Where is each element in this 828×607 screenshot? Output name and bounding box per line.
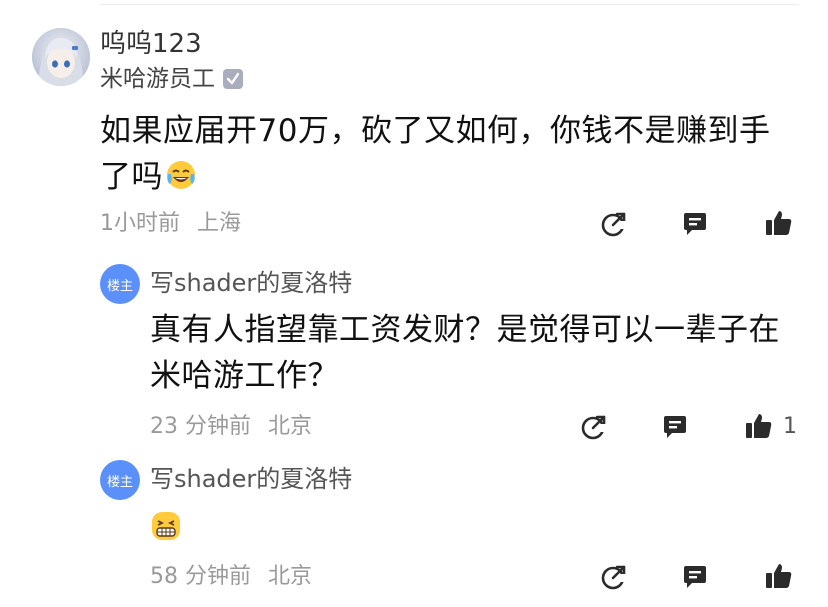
like-button[interactable] (765, 209, 793, 237)
thumbs-up-icon (766, 211, 792, 235)
like-button[interactable]: 1 (745, 412, 797, 440)
reply-time: 23 分钟前 (150, 414, 251, 439)
share-icon (601, 212, 627, 237)
share-icon (581, 415, 607, 440)
comment-content: 如果应届开70万，砍了又如何，你钱不是赚到手了吗 (100, 108, 800, 204)
share-button[interactable] (601, 211, 627, 237)
like-count: 1 (783, 413, 797, 439)
reply-location: 北京 (268, 414, 313, 439)
top-divider (100, 4, 798, 5)
reply-button[interactable] (682, 564, 708, 590)
comment-username[interactable]: 呜呜123 (100, 28, 202, 60)
avatar-image (32, 28, 90, 86)
share-button[interactable] (601, 564, 627, 590)
reply-location: 北京 (268, 564, 313, 589)
reply-meta: 58 分钟前 北京 (150, 563, 312, 591)
grinning-teeth-emoji-icon (150, 510, 182, 546)
avatar[interactable] (32, 28, 90, 86)
reply-author[interactable]: 写shader的夏洛特 (150, 268, 352, 298)
reply-icon (684, 213, 706, 235)
share-icon (601, 565, 627, 590)
comment-time: 1小时前 (100, 211, 180, 236)
user-title-label: 米哈游员工 (100, 66, 215, 92)
reply-content: 真有人指望靠工资发财？是觉得可以一辈子在米哈游工作？ (150, 312, 780, 394)
reply-time: 58 分钟前 (150, 564, 251, 589)
reply-meta: 23 分钟前 北京 (150, 413, 312, 441)
verified-icon (223, 69, 243, 89)
comment-location: 上海 (197, 211, 242, 236)
reply-icon (664, 416, 686, 438)
thumbs-up-icon (766, 564, 792, 588)
reply-button[interactable] (662, 414, 688, 440)
thumbs-up-icon (746, 414, 772, 438)
reply-author[interactable]: 写shader的夏洛特 (150, 464, 352, 494)
reply-icon (684, 566, 706, 588)
reply-button[interactable] (682, 211, 708, 237)
like-button[interactable] (765, 562, 793, 590)
user-title: 米哈游员工 (100, 64, 243, 94)
comment-meta: 1小时前 上海 (100, 210, 241, 238)
laughing-tears-emoji-icon (165, 158, 197, 204)
op-badge: 楼主 (100, 264, 140, 304)
share-button[interactable] (581, 414, 607, 440)
op-badge: 楼主 (100, 460, 140, 500)
comment-text: 如果应届开70万，砍了又如何，你钱不是赚到手了吗 (100, 113, 771, 195)
